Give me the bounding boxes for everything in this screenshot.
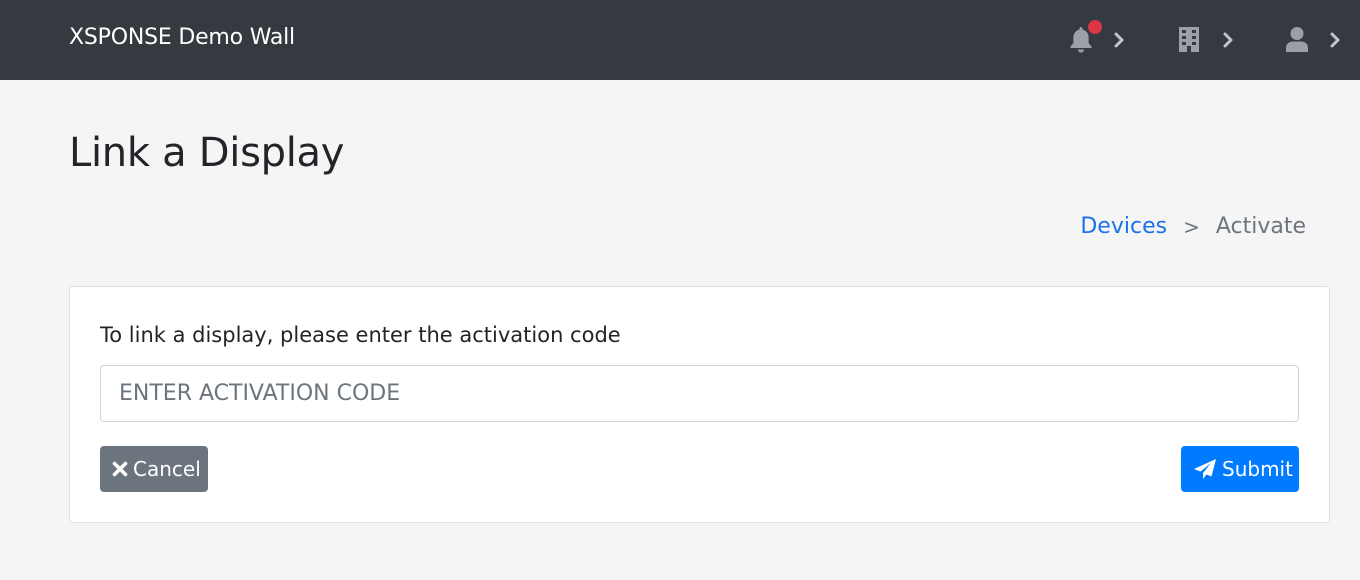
breadcrumb-current: Activate — [1215, 214, 1306, 239]
user-menu[interactable] — [1285, 20, 1347, 60]
notification-badge — [1088, 20, 1102, 34]
activation-code-input[interactable] — [100, 365, 1299, 422]
cancel-button-label: Cancel — [133, 457, 201, 481]
organization-menu[interactable] — [1178, 20, 1240, 60]
brand-title[interactable]: XSPONSE Demo Wall — [69, 25, 295, 50]
top-navbar: XSPONSE Demo Wall — [0, 0, 1360, 80]
chevron-right-icon — [1330, 32, 1340, 48]
chevron-right-icon — [1223, 32, 1233, 48]
activation-prompt: To link a display, please enter the acti… — [100, 323, 621, 347]
paper-plane-icon — [1194, 459, 1216, 479]
submit-button-label: Submit — [1222, 457, 1293, 481]
chevron-right-icon — [1114, 32, 1124, 48]
breadcrumb: Devices > Activate — [1080, 214, 1306, 239]
user-icon — [1286, 27, 1308, 52]
cancel-button[interactable]: Cancel — [100, 446, 208, 492]
breadcrumb-devices-link[interactable]: Devices — [1080, 214, 1167, 239]
page-title: Link a Display — [69, 130, 345, 176]
building-icon — [1179, 27, 1199, 52]
activation-card: To link a display, please enter the acti… — [69, 286, 1330, 523]
submit-button[interactable]: Submit — [1181, 446, 1299, 492]
breadcrumb-separator: > — [1183, 214, 1200, 239]
close-icon — [112, 461, 128, 477]
